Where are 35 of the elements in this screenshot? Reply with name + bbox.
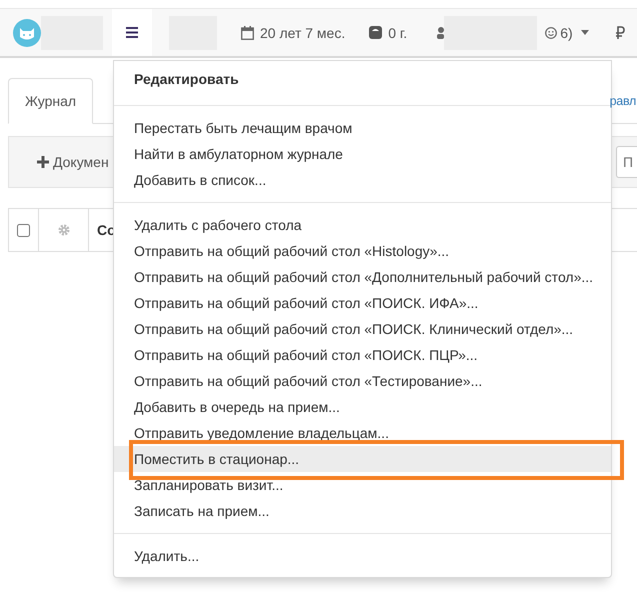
search-field[interactable]: П: [616, 146, 637, 178]
select-all-checkbox[interactable]: [17, 224, 30, 236]
age-text: 20 лет 7 мес.: [260, 24, 346, 40]
tab-link[interactable]: равл: [610, 94, 637, 108]
menu-header: Редактировать: [133, 70, 240, 89]
menu-item[interactable]: Добавить в список...: [114, 167, 611, 193]
add-document-button[interactable]: Докумен: [37, 154, 109, 170]
blurred-block: [41, 16, 103, 50]
menu-item[interactable]: Отправить на общий рабочий стол «ПОИСК. ИФА»...: [114, 290, 611, 316]
weight-text: 0 г.: [388, 24, 408, 40]
ruble-icon: [614, 26, 625, 39]
mood-text: 6): [560, 24, 573, 40]
tab[interactable]: Журнал: [8, 78, 94, 124]
menu-icon: [126, 27, 138, 38]
gear-icon: [58, 224, 70, 236]
menu-item[interactable]: Запланировать визит...: [114, 472, 611, 498]
person-icon: [437, 26, 444, 39]
menu-item[interactable]: Отправить на общий рабочий стол «ПОИСК. ПЦР»...: [114, 342, 611, 368]
menu-button[interactable]: [112, 9, 152, 56]
menu-item[interactable]: Отправить на общий рабочий стол «ПОИСК. Клинический отдел»...: [114, 316, 611, 342]
menu-item[interactable]: Поместить в стационар...: [114, 446, 611, 472]
menu-item[interactable]: Отправить на общий рабочий стол «Тестирование»...: [114, 368, 611, 394]
smiley-icon: [545, 26, 558, 38]
menu-item[interactable]: Записать на прием...: [114, 498, 611, 524]
calendar-icon: [241, 26, 254, 40]
menu-item[interactable]: Отправить на общий рабочий стол «Дополнительный рабочий стол»...: [114, 264, 611, 290]
menu-item[interactable]: Отправить уведомление владельцам...: [114, 420, 611, 446]
menu-item[interactable]: Перестать быть лечащим врачом: [114, 115, 611, 141]
caret-icon: [580, 30, 589, 35]
plus-icon: [37, 156, 49, 168]
menu-item[interactable]: Удалить...: [114, 543, 611, 569]
menu-item[interactable]: Найти в амбулаторном журнале: [114, 141, 611, 167]
scale-icon: [369, 26, 382, 39]
cat-logo-icon: [13, 18, 41, 46]
menu-item[interactable]: Добавить в очередь на прием...: [114, 394, 611, 420]
